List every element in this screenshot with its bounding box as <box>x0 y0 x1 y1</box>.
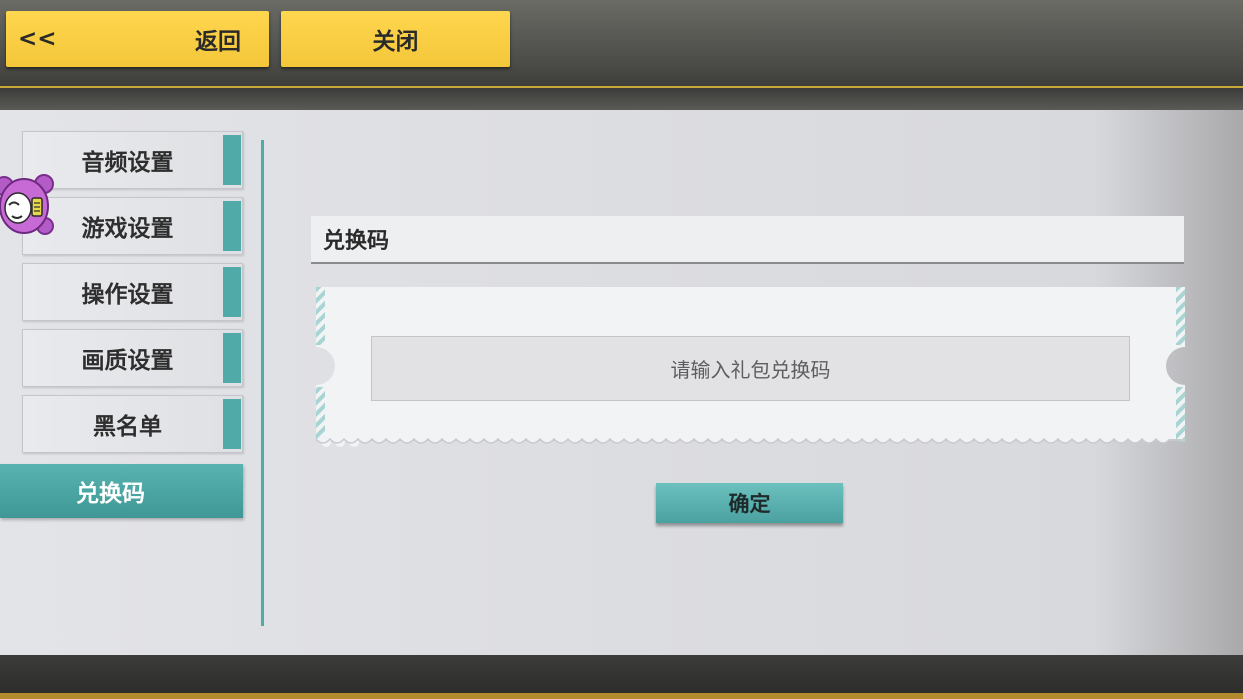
back-button-label: 返回 <box>195 29 241 55</box>
sidebar-item-label: 兑换码 <box>76 481 145 507</box>
sidebar-item-tab-marker <box>223 201 241 251</box>
back-arrow-icon: << <box>18 26 57 52</box>
mascot-avatar-icon <box>0 174 54 235</box>
bottom-gold-stripe <box>0 693 1243 699</box>
close-button-label: 关闭 <box>372 29 419 55</box>
sidebar-item-graphics-settings[interactable]: 画质设置 <box>22 329 243 387</box>
top-bar-gold-stripe <box>0 86 1243 88</box>
bottom-bar <box>0 655 1243 699</box>
confirm-button[interactable]: 确定 <box>656 483 843 523</box>
sidebar-item-label: 黑名单 <box>93 414 162 440</box>
sidebar-item-tab-marker <box>223 399 241 449</box>
sidebar-item-tab-marker <box>223 333 241 383</box>
sidebar-item-redeem-code[interactable]: 兑换码 <box>0 464 243 518</box>
section-title-text: 兑换码 <box>323 229 390 254</box>
confirm-button-label: 确定 <box>728 492 771 516</box>
sidebar-divider <box>261 140 264 626</box>
close-button[interactable]: 关闭 <box>281 11 510 67</box>
top-bar-lower-band <box>0 90 1243 110</box>
back-button[interactable]: << 返回 <box>6 11 269 67</box>
sidebar-item-control-settings[interactable]: 操作设置 <box>22 263 243 321</box>
sidebar-item-label: 操作设置 <box>81 282 174 308</box>
redeem-code-input[interactable]: 请输入礼包兑换码 <box>371 336 1130 401</box>
redeem-code-placeholder: 请输入礼包兑换码 <box>670 358 831 382</box>
sidebar-item-label: 画质设置 <box>81 348 174 374</box>
sidebar-item-tab-marker <box>223 267 241 317</box>
sidebar-item-blacklist[interactable]: 黑名单 <box>22 395 243 453</box>
sidebar-item-tab-marker <box>223 135 241 185</box>
section-title: 兑换码 <box>311 216 1184 264</box>
